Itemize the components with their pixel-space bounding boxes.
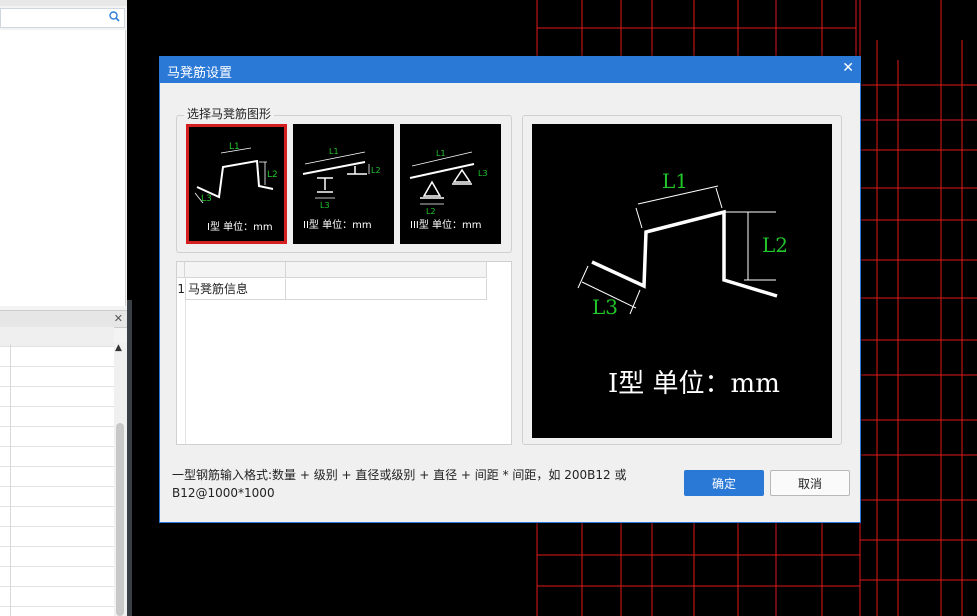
shape-caption: II型 单位：mm: [303, 218, 372, 231]
row-name-cell[interactable]: 马凳筋信息: [185, 279, 286, 300]
input-format-hint: 一型钢筋输入格式:数量 + 级别 + 直径或级别 + 直径 + 间距 * 间距，…: [172, 468, 627, 500]
left-panel: ✕ ▲: [0, 0, 127, 616]
vertical-scrollbar[interactable]: ▲: [114, 343, 127, 616]
sub-panel-title-bar: ✕: [0, 310, 127, 328]
table-row-divider: [185, 278, 186, 444]
cancel-button[interactable]: 取消: [770, 470, 850, 496]
dimension-label: L1: [436, 149, 446, 158]
shape-group-label: 选择马凳筋图形: [184, 105, 275, 122]
rebar-info-table[interactable]: 1 马凳筋信息: [176, 261, 512, 445]
search-input[interactable]: [0, 8, 125, 28]
close-icon[interactable]: ✕: [842, 60, 854, 76]
rebar-chair-settings-dialog: 马凳筋设置 ✕ 选择马凳筋图形 L1 L2 L3 I型 单位：mm L1 L3: [159, 56, 861, 523]
pane-splitter[interactable]: [127, 300, 132, 616]
table-row[interactable]: 1 马凳筋信息: [177, 279, 487, 300]
dimension-label: L2: [426, 207, 436, 216]
left-panel-header: [0, 0, 127, 6]
search-icon[interactable]: [109, 11, 120, 25]
dimension-label: L3: [478, 169, 488, 178]
dimension-label: L3: [201, 194, 212, 204]
shape-type-2-option[interactable]: L1 L3 L2 II型 单位：mm: [293, 124, 394, 244]
preview-caption: I型 单位：mm: [608, 369, 780, 399]
table-header: [177, 262, 487, 278]
arrow-up-icon[interactable]: ▲: [115, 343, 122, 353]
dimension-label: L2: [371, 166, 381, 175]
row-index: 1: [177, 282, 185, 296]
dimension-label: L1: [229, 142, 240, 152]
grid-column-divider: [10, 344, 11, 616]
dialog-title: 马凳筋设置: [167, 66, 233, 81]
dimension-label: L1: [662, 169, 688, 193]
shape-caption: III型 单位：mm: [410, 218, 482, 231]
dimension-label: L3: [592, 295, 618, 319]
shape-caption: I型 单位：mm: [207, 220, 273, 233]
row-value-cell[interactable]: [286, 279, 487, 300]
dimension-label: L2: [267, 170, 278, 180]
shape-type-3-option[interactable]: L1 L2 L3 III型 单位：mm: [400, 124, 501, 244]
scrollbar-thumb[interactable]: [116, 423, 124, 616]
ok-button[interactable]: 确定: [684, 470, 764, 496]
dialog-title-bar[interactable]: 马凳筋设置 ✕: [160, 57, 860, 83]
dimension-label: L1: [329, 147, 339, 156]
dimension-label: L2: [762, 233, 788, 257]
shape-type-1-option[interactable]: L1 L2 L3 I型 单位：mm: [186, 124, 287, 244]
sub-panel-grid[interactable]: [0, 327, 114, 616]
shape-preview: L1 L2 L3 I型 单位：mm: [532, 124, 832, 438]
tree-view[interactable]: [0, 30, 126, 306]
dimension-label: L3: [320, 201, 330, 210]
close-icon[interactable]: ✕: [114, 312, 123, 325]
